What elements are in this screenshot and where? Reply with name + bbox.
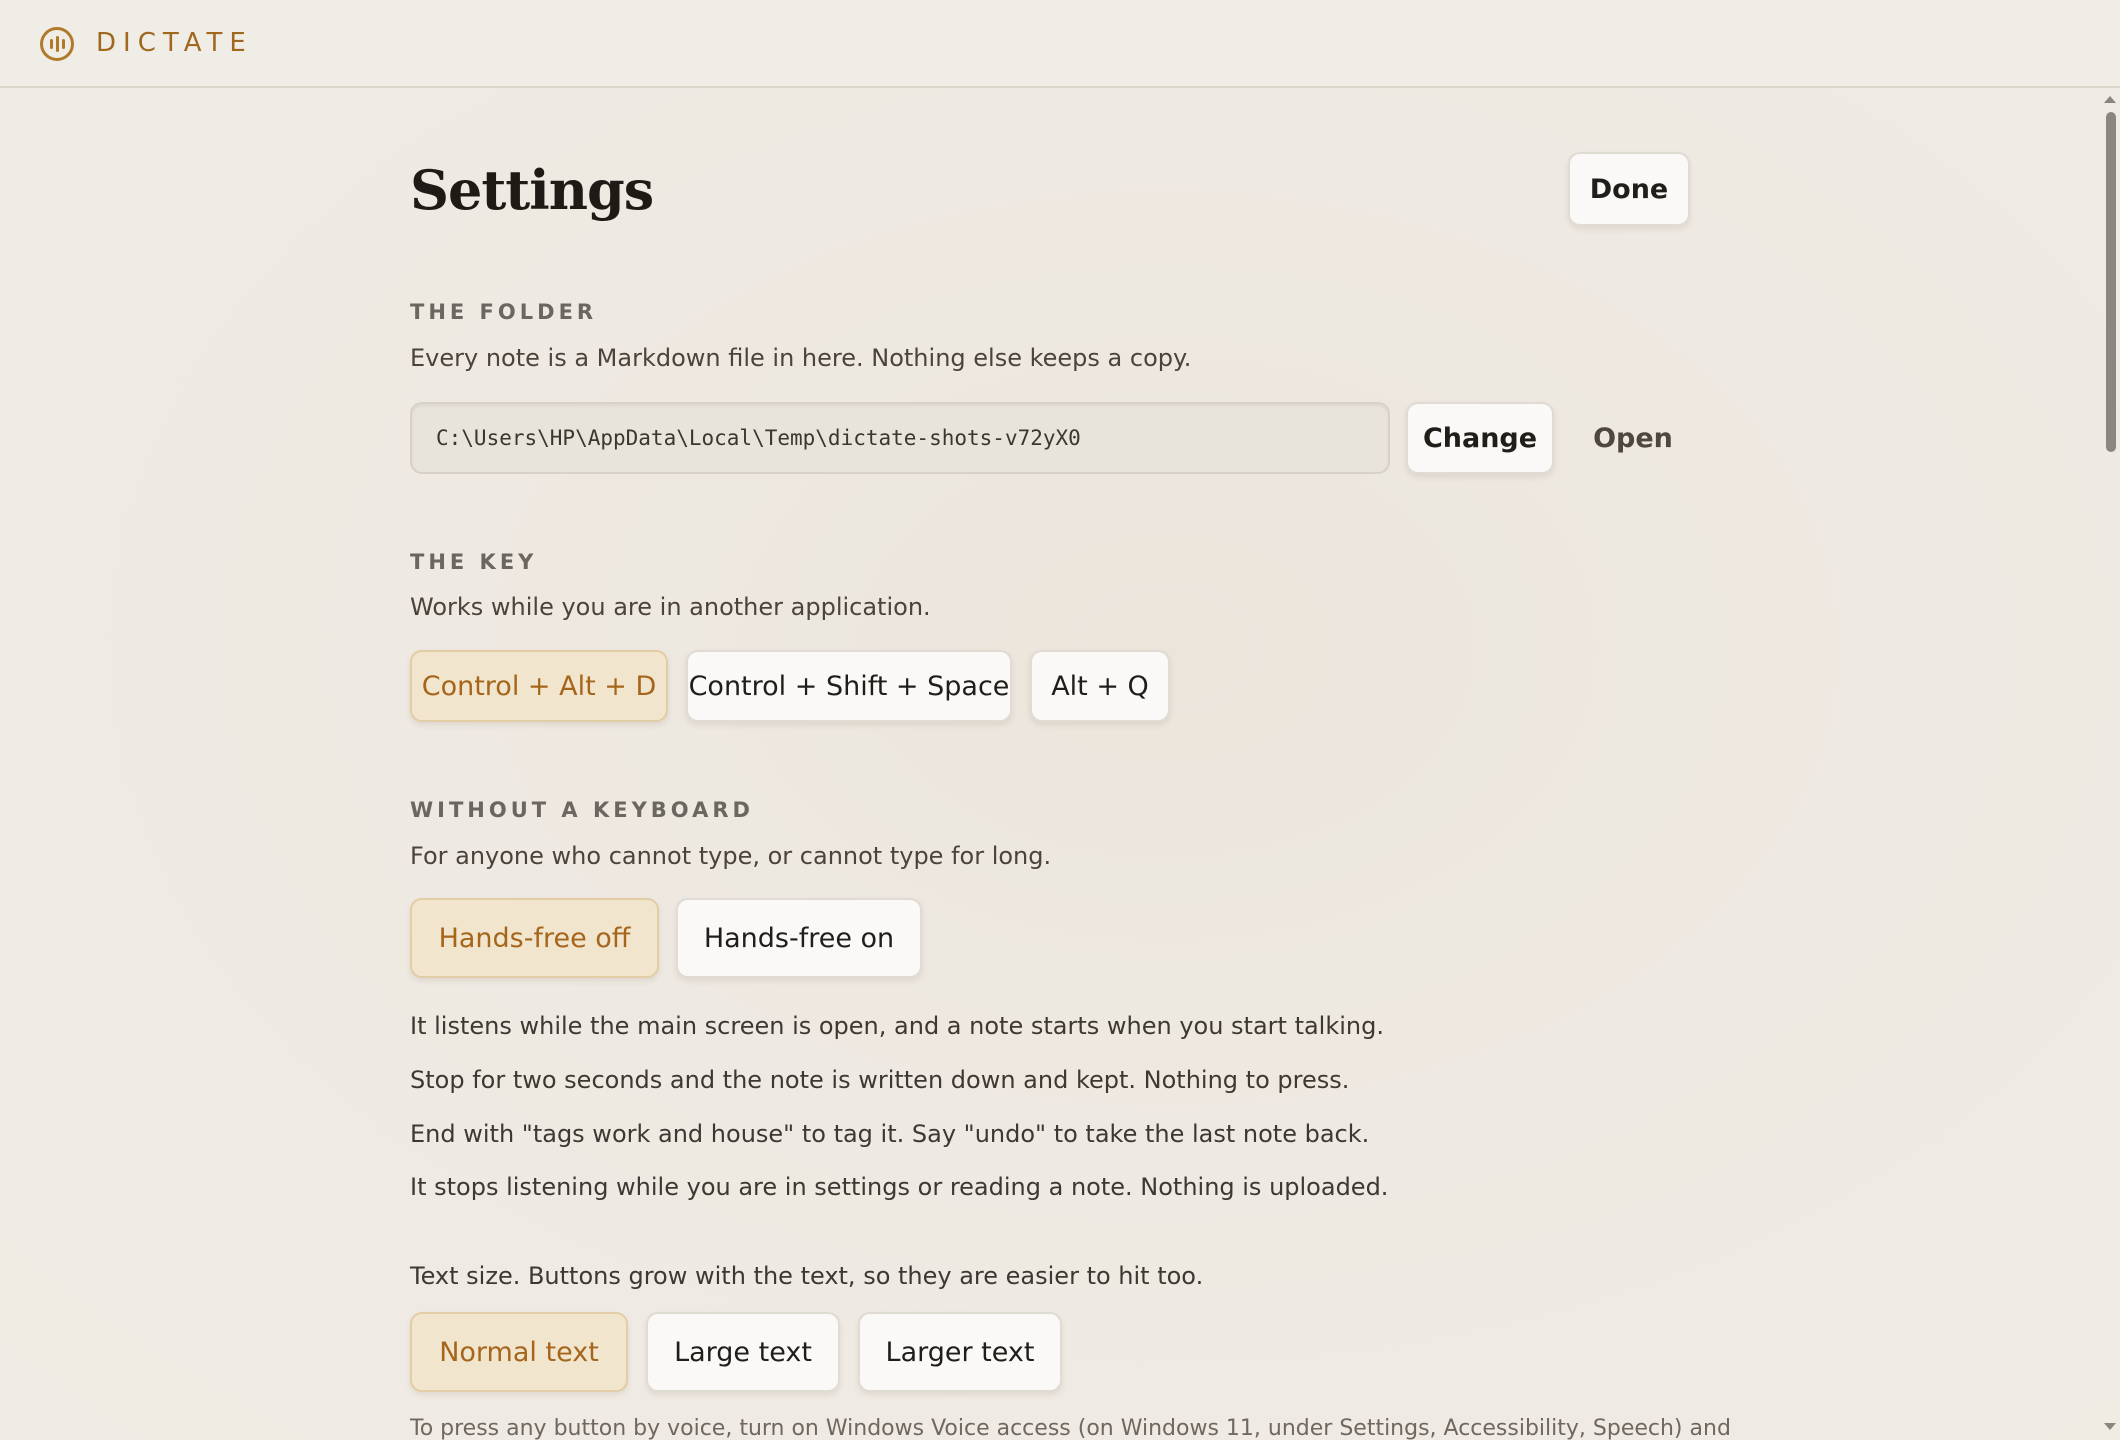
shortcut-option-alt-q[interactable]: Alt + Q: [1030, 650, 1170, 722]
scroll-up-arrow-icon[interactable]: [2104, 96, 2116, 103]
done-button[interactable]: Done: [1568, 152, 1690, 226]
larger-text-option[interactable]: Larger text: [858, 1312, 1062, 1392]
hands-free-note: It listens while the main screen is open…: [410, 1012, 1384, 1040]
scroll-thumb[interactable]: [2106, 112, 2116, 452]
hands-free-off-option[interactable]: Hands-free off: [410, 898, 659, 978]
key-section-label: THE KEY: [410, 550, 538, 574]
shortcut-option-ctrl-alt-d[interactable]: Control + Alt + D: [410, 650, 668, 722]
vertical-scrollbar[interactable]: [2100, 90, 2120, 1440]
hands-free-on-option[interactable]: Hands-free on: [676, 898, 922, 978]
page-title: Settings: [410, 158, 654, 222]
change-folder-button[interactable]: Change: [1406, 402, 1554, 474]
key-description: Works while you are in another applicati…: [410, 593, 931, 621]
top-bar: DICTATE: [0, 0, 2120, 88]
settings-panel: Settings Done THE FOLDER Every note is a…: [410, 88, 1731, 1440]
normal-text-option[interactable]: Normal text: [410, 1312, 628, 1392]
hands-free-note: It stops listening while you are in sett…: [410, 1173, 1389, 1201]
shortcut-option-ctrl-shift-space[interactable]: Control + Shift + Space: [686, 650, 1012, 722]
hands-free-note: End with "tags work and house" to tag it…: [410, 1120, 1370, 1148]
folder-description: Every note is a Markdown file in here. N…: [410, 344, 1192, 372]
hands-free-note: Stop for two seconds and the note is wri…: [410, 1066, 1350, 1094]
keyboardless-section-label: WITHOUT A KEYBOARD: [410, 798, 754, 822]
scroll-down-arrow-icon[interactable]: [2104, 1423, 2116, 1430]
large-text-option[interactable]: Large text: [646, 1312, 840, 1392]
app-name: DICTATE: [96, 28, 253, 58]
waveform-logo-icon: [40, 27, 74, 61]
folder-section-label: THE FOLDER: [410, 300, 598, 324]
voice-access-note: To press any button by voice, turn on Wi…: [410, 1416, 1731, 1440]
keyboardless-description: For anyone who cannot type, or cannot ty…: [410, 842, 1052, 870]
folder-path-field[interactable]: C:\Users\HP\AppData\Local\Temp\dictate-s…: [410, 402, 1390, 474]
app-window: DICTATE Settings Done THE FOLDER Every n…: [0, 0, 2120, 1440]
open-folder-button[interactable]: Open: [1578, 402, 1688, 474]
text-size-description: Text size. Buttons grow with the text, s…: [410, 1262, 1204, 1290]
